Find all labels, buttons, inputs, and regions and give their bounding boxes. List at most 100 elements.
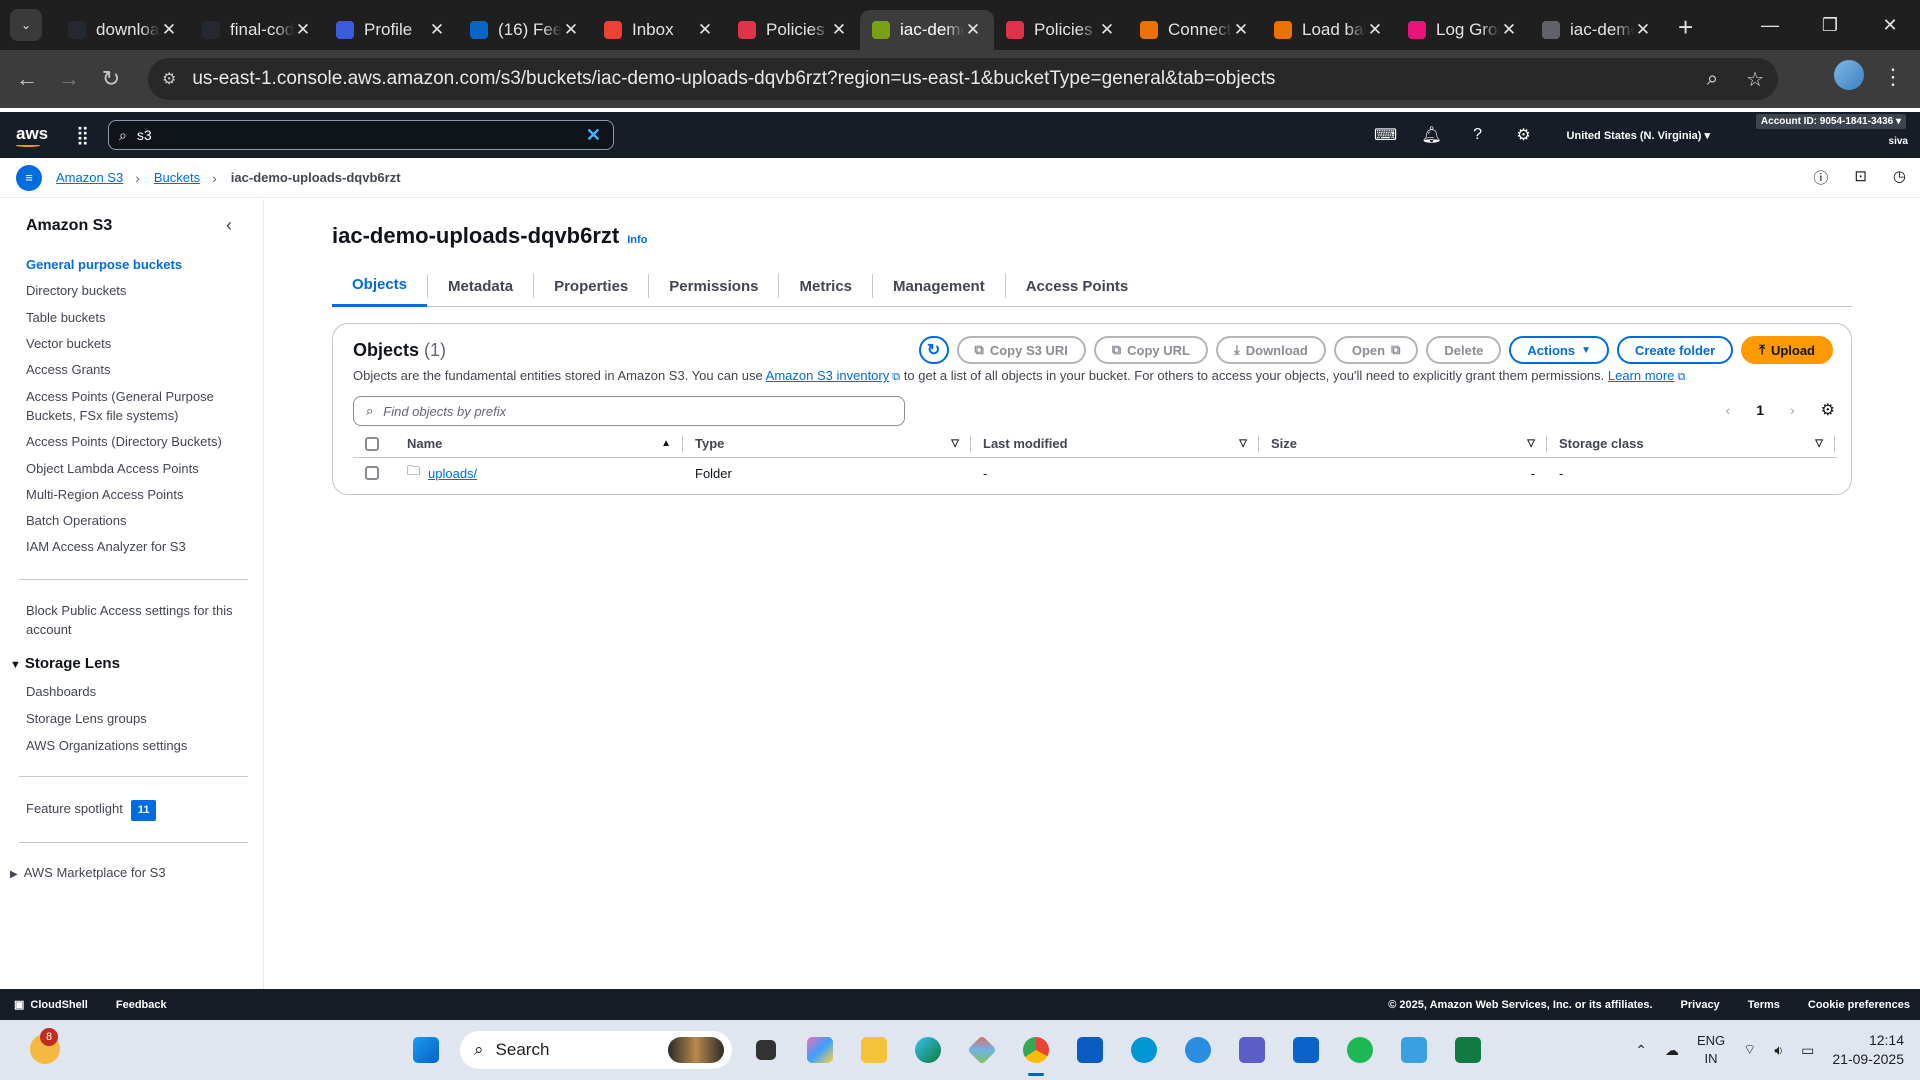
site-info-icon[interactable]: ⚙ [162,69,176,89]
open-button[interactable]: Open ⧉ [1333,336,1419,364]
browser-tab[interactable]: Profile ✕ [324,10,458,50]
col-name[interactable]: Name ▲ [395,430,683,458]
breadcrumb-amazon-s3[interactable]: Amazon S3 [56,170,123,185]
tab-objects[interactable]: Objects [332,265,428,307]
close-tab-icon[interactable]: ✕ [1634,20,1652,40]
close-tab-icon[interactable]: ✕ [562,20,580,40]
col-size[interactable]: Size ▽ [1259,430,1547,458]
tab-metrics[interactable]: Metrics [779,265,872,307]
chrome-icon[interactable] [1016,1030,1056,1076]
zoom-icon[interactable]: ⌕ [1707,68,1718,91]
col-storage-class[interactable]: Storage class ▽ [1547,430,1835,458]
taskbar-search[interactable]: ⌕ Search [460,1031,732,1069]
tab-access-points[interactable]: Access Points [1006,265,1149,307]
sidebar-item-feature-spotlight[interactable]: Feature spotlight 11 [26,799,246,821]
sidebar-item-block-public-access[interactable]: Block Public Access settings for this ac… [26,601,246,639]
cookie-preferences-link[interactable]: Cookie preferences [1808,999,1910,1011]
region-selector[interactable]: United States (N. Virginia) ▾ [1567,129,1710,142]
close-tab-icon[interactable]: ✕ [428,20,446,40]
browser-tab[interactable]: downloads✕ [56,10,190,50]
account-id-menu[interactable]: Account ID: 9054-1841-3436 ▾ [1755,114,1906,129]
upload-button[interactable]: ⤒ Upload [1741,336,1833,364]
col-last-modified[interactable]: Last modified ▽ [971,430,1259,458]
hp-icon[interactable] [1124,1030,1164,1070]
help-icon[interactable]: ? [1455,126,1501,144]
find-objects-input[interactable]: ⌕ Find objects by prefix [353,396,905,426]
spotify-icon[interactable] [1340,1030,1380,1070]
clear-search-icon[interactable]: ✕ [586,125,601,146]
col-type[interactable]: Type ▽ [683,430,971,458]
download-button[interactable]: ⤓ Download [1215,336,1326,364]
sidebar-item-storage-lens-groups[interactable]: Storage Lens groups [26,709,246,728]
sidebar-item-org-settings[interactable]: AWS Organizations settings [26,736,246,755]
browser-tab[interactable]: Inbox ✕ [592,10,726,50]
sidebar-item-access-points-general[interactable]: Access Points (General Purpose Buckets, … [26,387,246,425]
sidebar-item-general-purpose-buckets[interactable]: General purpose buckets [26,255,246,274]
sidebar-item-dashboards[interactable]: Dashboards [26,682,246,701]
select-all-checkbox[interactable] [365,436,379,451]
info-link[interactable]: Info [627,234,647,246]
close-tab-icon[interactable]: ✕ [964,20,982,40]
cloudshell-icon[interactable]: ⌨ [1363,125,1409,145]
storage-lens-section[interactable]: ▼ Storage Lens [10,655,120,672]
copilot-icon[interactable] [800,1030,840,1070]
s3-inventory-link[interactable]: Amazon S3 inventory [766,368,890,383]
new-tab-button[interactable]: + [1678,12,1693,43]
volume-icon[interactable]: 🔉︎ [1774,1042,1783,1059]
table-settings-icon[interactable]: ⚙ [1821,400,1835,420]
aws-logo[interactable]: aws [16,124,48,147]
forward-button[interactable]: → [48,66,90,92]
bookmark-star-icon[interactable]: ☆ [1746,67,1764,92]
close-tab-icon[interactable]: ✕ [1366,20,1384,40]
object-name-link[interactable]: uploads/ [428,466,477,481]
tab-management[interactable]: Management [873,265,1005,307]
sidebar-item-marketplace[interactable]: ▶ AWS Marketplace for S3 [10,865,166,880]
restore-button[interactable]: ❐ [1800,0,1860,50]
microsoft-store-icon[interactable] [1070,1030,1110,1070]
history-icon[interactable]: ◷ [1893,167,1906,188]
browser-tab[interactable]: Policies ✕ [994,10,1128,50]
settings-icon[interactable]: ⚙ [1501,125,1547,145]
info-panel-icon[interactable]: ⓘ [1813,167,1828,188]
wifi-icon[interactable]: ⌔ [1743,1041,1756,1059]
actions-dropdown[interactable]: Actions ▼ [1509,336,1609,364]
browser-tab[interactable]: Load balancers✕ [1262,10,1396,50]
breadcrumb-buckets[interactable]: Buckets [154,170,200,185]
browser-tab[interactable]: final-code✕ [190,10,324,50]
language-indicator[interactable]: ENG IN [1697,1032,1725,1068]
help-app-icon[interactable] [1178,1030,1218,1070]
edge-icon[interactable] [908,1030,948,1070]
user-name[interactable]: siva [1889,136,1908,147]
teams-icon[interactable] [1232,1030,1272,1070]
outlook-icon[interactable] [1286,1030,1326,1070]
minimize-button[interactable]: — [1740,0,1800,50]
back-button[interactable]: ← [6,66,48,92]
privacy-link[interactable]: Privacy [1681,999,1720,1011]
onedrive-icon[interactable]: ☁ [1665,1042,1679,1059]
excel-icon[interactable] [1448,1030,1488,1070]
cloudshell-link[interactable]: CloudShell [30,999,87,1011]
sidebar-item-multi-region[interactable]: Multi-Region Access Points [26,485,246,504]
close-tab-icon[interactable]: ✕ [1232,20,1250,40]
close-tab-icon[interactable]: ✕ [830,20,848,40]
services-menu-icon[interactable]: ⣿ [76,125,89,146]
learn-more-link[interactable]: Learn more [1608,368,1674,383]
aws-search-input[interactable]: ⌕ s3 ✕ [108,120,614,150]
close-tab-icon[interactable]: ✕ [294,20,312,40]
close-tab-icon[interactable]: ✕ [1098,20,1116,40]
side-nav-toggle-icon[interactable]: ≡ [16,164,42,191]
sidebar-item-batch-operations[interactable]: Batch Operations [26,511,246,530]
tab-search-button[interactable]: ⌄ [10,9,42,41]
sidebar-item-access-grants[interactable]: Access Grants [26,360,246,379]
start-menu-icon[interactable] [406,1030,446,1070]
browser-tab[interactable]: iac-demo ✕ [1530,10,1664,50]
sidebar-item-table-buckets[interactable]: Table buckets [26,308,246,327]
browser-tab[interactable]: Log Groups✕ [1396,10,1530,50]
sidebar-item-iam-access-analyzer[interactable]: IAM Access Analyzer for S3 [26,537,246,556]
sidebar-item-vector-buckets[interactable]: Vector buckets [26,334,246,353]
browser-tab[interactable]: iac-demo ✕ [860,10,994,50]
sidebar-item-directory-buckets[interactable]: Directory buckets [26,281,246,300]
notepad-icon[interactable] [1394,1030,1434,1070]
clock[interactable]: 12:14 21-09-2025 [1832,1031,1904,1069]
split-panel-icon[interactable]: ⊡ [1854,167,1867,188]
